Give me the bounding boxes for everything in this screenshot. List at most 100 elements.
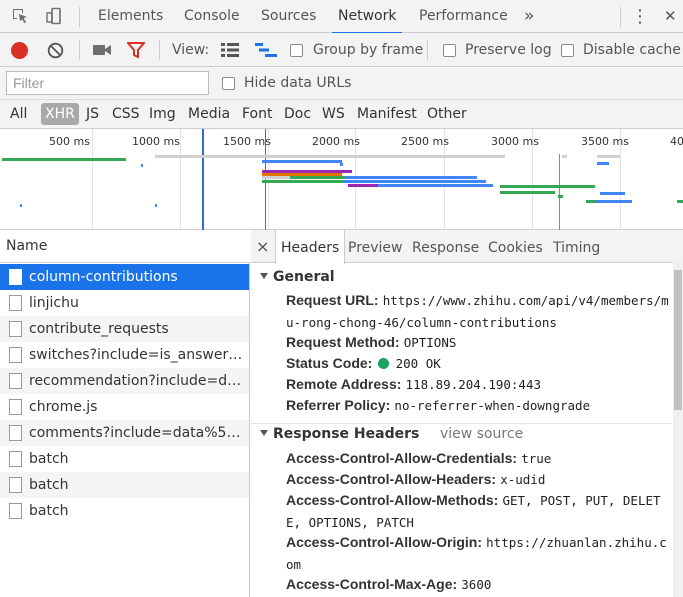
filter-row: Hide data URLs [0,67,683,100]
clear-icon[interactable] [47,42,64,62]
request-name: linjichu [29,295,79,311]
divider [79,7,80,27]
tick-label: 1000 ms [132,135,180,148]
tab-performance[interactable]: Performance [419,0,508,33]
response-headers-section-header[interactable]: Response Headers [260,426,419,442]
dom-content-loaded-marker [202,129,204,230]
hide-data-urls-checkbox[interactable] [222,77,235,90]
tab-elements[interactable]: Elements [98,0,163,33]
divider [620,7,621,27]
referrer-policy-row: Referrer Policy: no-referrer-when-downgr… [286,395,671,417]
overview-bar [155,155,340,158]
overview-bar [597,162,609,165]
view-source-link[interactable]: view source [440,426,523,442]
file-icon [9,451,22,467]
disable-cache-label: Disable cache [583,42,681,58]
timeline-overview[interactable]: 500 ms 1000 ms 1500 ms 2000 ms 2500 ms 3… [0,129,683,230]
type-filter-other[interactable]: Other [423,103,471,125]
menu-kebab-icon[interactable]: ⋮ [631,0,649,33]
remote-address-row: Remote Address: 118.89.204.190:443 [286,374,671,396]
request-row[interactable]: chrome.js [0,394,249,420]
request-row[interactable]: comments?include=data%5B*... [0,420,249,446]
request-name: switches?include=is_answer_re... [29,347,245,363]
tick-label: 2000 ms [312,135,360,148]
tab-cookies[interactable]: Cookies [488,230,543,263]
tab-preview[interactable]: Preview [348,230,403,263]
overview-bar [20,204,22,207]
close-devtools-icon[interactable]: ✕ [664,0,677,33]
overview-bar [290,176,345,179]
type-filter-media[interactable]: Media [184,103,234,125]
file-icon [9,425,22,441]
max-age-key: Access-Control-Max-Age: [286,576,458,592]
group-by-frame-checkbox[interactable] [290,44,303,57]
divider [79,40,80,60]
type-filter-font[interactable]: Font [238,103,276,125]
tick-label: 2500 ms [401,135,449,148]
type-filter-css[interactable]: CSS [108,103,144,125]
overview-bar [344,180,486,183]
request-name: contribute_requests [29,321,169,337]
tab-timing[interactable]: Timing [553,230,600,263]
allow-credentials-value: true [521,451,552,466]
request-name: batch [29,503,69,519]
detail-scrollbar[interactable] [673,262,683,597]
request-row[interactable]: contribute_requests [0,316,249,342]
type-filter-all[interactable]: All [6,103,31,125]
response-headers-title: Response Headers [273,426,420,442]
waterfall-overview-icon[interactable] [255,43,277,60]
request-row[interactable]: batch [0,472,249,498]
request-name: column-contributions [29,269,178,285]
file-icon [9,399,22,415]
tab-console[interactable]: Console [184,0,240,33]
overview-bar [2,158,126,161]
tab-network[interactable]: Network [331,0,403,34]
general-section-header[interactable]: General [260,269,335,285]
tick-label: 1500 ms [223,135,271,148]
overview-bar [340,163,343,166]
disable-cache-checkbox[interactable] [561,44,574,57]
general-title: General [273,269,335,285]
request-row[interactable]: batch [0,498,249,524]
tick-line [92,129,93,230]
request-name: comments?include=data%5B*... [29,425,245,441]
request-row[interactable]: column-contributions [0,264,249,290]
type-filter-js[interactable]: JS [82,103,103,125]
filter-input[interactable] [6,71,209,95]
type-filter-img[interactable]: Img [145,103,180,125]
device-toolbar-icon[interactable] [43,6,65,26]
allow-credentials-row: Access-Control-Allow-Credentials: true [286,448,671,470]
request-row[interactable]: switches?include=is_answer_re... [0,342,249,368]
overview-bar [586,200,596,203]
request-row[interactable]: recommendation?include=dat... [0,368,249,394]
type-filter-manifest[interactable]: Manifest [353,103,421,125]
request-row[interactable]: batch [0,446,249,472]
referrer-policy-value: no-referrer-when-downgrade [394,398,591,413]
filter-funnel-icon[interactable] [125,42,147,62]
preserve-log-label: Preserve log [465,42,552,58]
name-column-header[interactable]: Name [0,230,250,263]
preserve-log-checkbox[interactable] [443,44,456,57]
close-detail-icon[interactable]: × [256,230,269,263]
inspect-element-icon[interactable] [9,6,31,26]
request-method-value: OPTIONS [403,335,457,350]
tab-response[interactable]: Response [412,230,479,263]
type-filter-ws[interactable]: WS [318,103,349,125]
file-icon [9,347,22,363]
more-tabs-icon[interactable]: » [524,0,534,33]
request-name: recommendation?include=dat... [29,373,245,389]
devtools-tabbar: Elements Console Sources Network Perform… [0,0,683,34]
request-row[interactable]: linjichu [0,290,249,316]
tab-headers[interactable]: Headers [275,230,346,264]
network-toolbar: View: Group by frame Preserve log Disabl… [0,33,683,67]
hide-data-urls-label: Hide data URLs [244,75,352,91]
screenshot-camera-icon[interactable] [93,44,111,59]
tab-sources[interactable]: Sources [261,0,316,33]
large-rows-icon[interactable] [221,43,239,60]
type-filter-xhr[interactable]: XHR [41,103,79,125]
scrollbar-thumb[interactable] [674,270,682,410]
overview-bar [378,184,493,187]
record-icon[interactable] [11,42,28,59]
type-filter-doc[interactable]: Doc [280,103,315,125]
overview-bar [340,155,505,158]
